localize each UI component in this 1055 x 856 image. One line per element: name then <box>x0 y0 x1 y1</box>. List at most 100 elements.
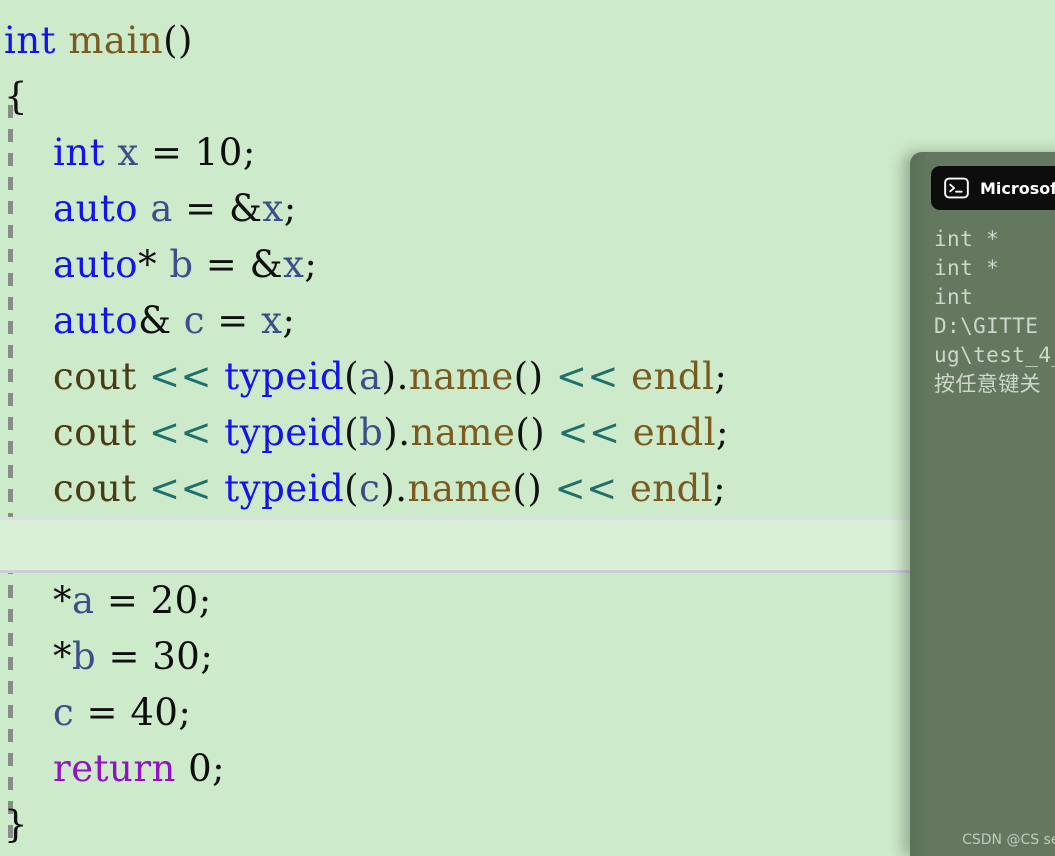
code-token: ; <box>198 579 212 622</box>
code-token: = <box>96 635 153 678</box>
code-line[interactable]: { <box>0 69 1055 125</box>
code-line[interactable]: cout << typeid(c).name() << endl; <box>0 461 1055 517</box>
console-line: 按任意键关 <box>934 372 1041 396</box>
code-token: main <box>68 19 164 62</box>
code-line[interactable]: *b = 30; <box>0 629 1055 685</box>
code-token: () <box>512 467 543 510</box>
code-token: * <box>53 579 73 622</box>
code-token: 10 <box>194 131 243 174</box>
code-line-text: cout << typeid(a).name() << endl; <box>0 355 727 398</box>
code-line[interactable]: } <box>0 797 1055 853</box>
code-token: ) <box>380 467 396 510</box>
console-line: int * <box>934 256 1000 280</box>
code-token: a <box>72 579 95 622</box>
code-token: * <box>138 243 158 286</box>
code-line[interactable]: *a = 20; <box>0 573 1055 629</box>
code-token: & <box>228 187 263 230</box>
code-token: = <box>138 131 195 174</box>
code-token: c <box>359 467 381 510</box>
console-window[interactable]: Microsoft int * int * int D:\GITTE ug\test_… <box>910 152 1055 856</box>
code-line-text: { <box>0 75 28 118</box>
code-token: typeid <box>224 467 345 510</box>
code-line[interactable]: auto* b = &x; <box>0 237 1055 293</box>
code-line[interactable]: auto a = &x; <box>0 181 1055 237</box>
code-line[interactable]: int x = 10; <box>0 125 1055 181</box>
code-token: ; <box>212 747 226 790</box>
code-token: & <box>249 243 284 286</box>
code-token: () <box>515 411 546 454</box>
code-token: b <box>72 635 97 678</box>
code-line-text: c = 40; <box>0 691 191 734</box>
code-line-text: auto a = &x; <box>0 187 297 230</box>
code-token: = <box>205 299 262 342</box>
code-token: int <box>4 19 57 62</box>
code-token: * <box>53 635 73 678</box>
code-area[interactable]: int main(){ int x = 10; auto a = &x; aut… <box>0 0 1055 853</box>
code-token: x <box>117 131 139 174</box>
code-line[interactable]: return 0; <box>0 741 1055 797</box>
code-token: ; <box>716 411 730 454</box>
code-token: name <box>407 467 513 510</box>
code-token: typeid <box>224 411 345 454</box>
console-left-shadow <box>910 152 931 856</box>
screenshot-root: int main(){ int x = 10; auto a = &x; aut… <box>0 0 1055 856</box>
console-line: int * <box>934 227 1000 251</box>
code-token: ; <box>282 299 296 342</box>
console-line: ug\test_4_ <box>934 343 1055 367</box>
code-line[interactable]: int main() <box>0 13 1055 69</box>
console-output: int * int * int D:\GITTE ug\test_4_ 按任意键关 <box>931 210 1055 856</box>
code-token: auto <box>53 187 139 230</box>
code-line[interactable]: cout << typeid(b).name() << endl; <box>0 405 1055 461</box>
code-token: typeid <box>224 355 345 398</box>
code-line[interactable]: c = 40; <box>0 685 1055 741</box>
code-editor[interactable]: int main(){ int x = 10; auto a = &x; aut… <box>0 0 1055 856</box>
code-token: ; <box>242 131 256 174</box>
code-line-text: } <box>0 803 28 846</box>
code-token: << <box>149 411 213 454</box>
console-line: D:\GITTE <box>934 314 1052 338</box>
code-token: b <box>169 243 194 286</box>
code-token: auto <box>53 299 139 342</box>
console-titlebar[interactable]: Microsoft <box>931 166 1055 210</box>
code-line[interactable]: auto& c = x; <box>0 293 1055 349</box>
code-token: ; <box>200 635 214 678</box>
code-token: cout <box>53 355 137 398</box>
code-token: 20 <box>150 579 199 622</box>
watermark: CSDN @CS semi <box>962 832 1055 848</box>
code-token: = <box>172 187 229 230</box>
code-token: c <box>183 299 206 342</box>
code-token: ( <box>344 355 360 398</box>
code-line[interactable] <box>0 517 1055 573</box>
code-line[interactable]: cout << typeid(a).name() << endl; <box>0 349 1055 405</box>
code-token: { <box>4 75 29 118</box>
code-token: name <box>408 355 514 398</box>
code-token: x <box>262 187 284 230</box>
code-token: name <box>410 411 516 454</box>
console-title: Microsoft <box>980 178 1055 198</box>
code-token: cout <box>53 467 137 510</box>
code-line-text: cout << typeid(c).name() << endl; <box>0 467 726 510</box>
code-token: auto <box>53 243 139 286</box>
code-line-text: *a = 20; <box>0 579 212 622</box>
code-token: 40 <box>130 691 179 734</box>
console-line: int <box>934 285 974 309</box>
code-token: << <box>555 355 619 398</box>
code-line-text: cout << typeid(b).name() << endl; <box>0 411 729 454</box>
code-token: ( <box>344 411 360 454</box>
code-token: . <box>398 411 411 454</box>
code-token: a <box>359 355 382 398</box>
